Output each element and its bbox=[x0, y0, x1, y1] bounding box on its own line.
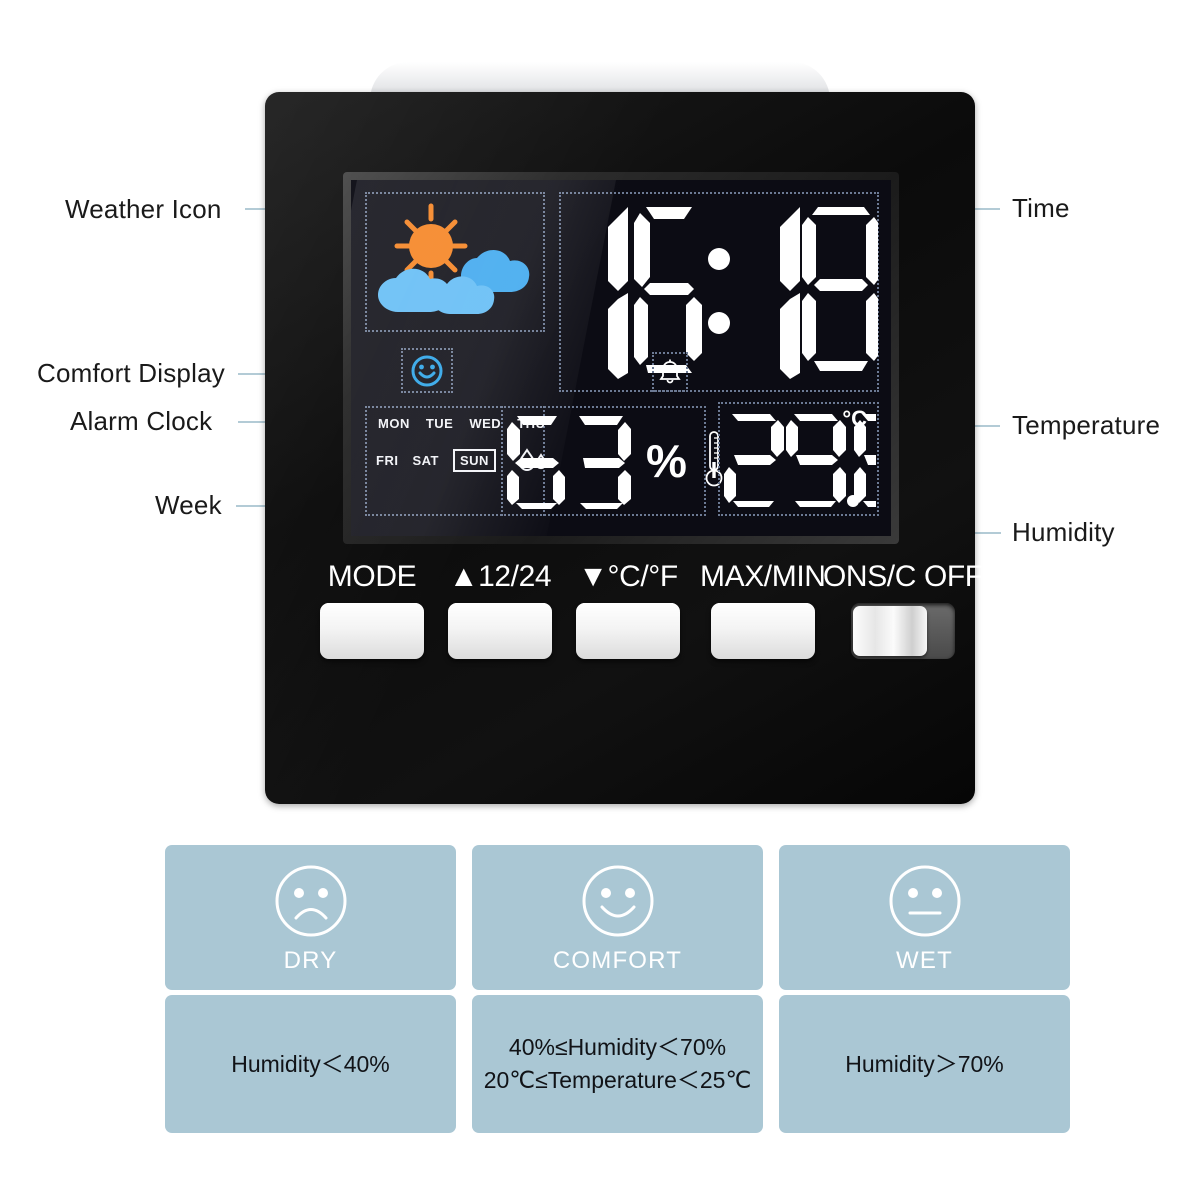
lcd-bezel: MON TUE WED THU FRI SAT SUN bbox=[343, 172, 899, 544]
callout-comfort-display: Comfort Display bbox=[37, 358, 225, 388]
week-day-tue: TUE bbox=[425, 416, 454, 431]
time-format-button[interactable]: ▲12/24 bbox=[448, 560, 552, 659]
on-off-switch-knob[interactable] bbox=[852, 606, 927, 656]
legend-comfort-description: 40%≤Humidity＜70% 20℃≤Temperature＜25℃ bbox=[483, 1034, 752, 1093]
mode-button-label: MODE bbox=[327, 560, 417, 593]
temperature-region: °C bbox=[718, 402, 879, 516]
week-day-wed: WED bbox=[469, 416, 502, 431]
legend-wet-body: Humidity＞70% bbox=[779, 995, 1070, 1133]
legend-dry-header: DRY bbox=[165, 845, 456, 990]
time-minutes bbox=[732, 201, 878, 383]
comfort-legend: DRY Humidity＜40% COMFORT 40%≤Humidity＜70… bbox=[165, 845, 1070, 1133]
callout-humidity: Humidity bbox=[1012, 517, 1115, 547]
time-separator bbox=[706, 201, 732, 383]
sun-with-clouds-icon bbox=[378, 203, 530, 314]
temp-unit-button-label: ▼°C/°F bbox=[578, 560, 678, 593]
smiley-face-icon bbox=[411, 355, 443, 386]
legend-card-wet: WET Humidity＞70% bbox=[779, 845, 1070, 1133]
weather-station-device: MON TUE WED THU FRI SAT SUN bbox=[265, 92, 983, 804]
button-row: MODE ▲12/24 ▼°C/°F MAX/MIN ONS/C OFF bbox=[320, 560, 983, 680]
legend-wet-description: Humidity＞70% bbox=[845, 1050, 1004, 1077]
temp-unit-button[interactable]: ▼°C/°F bbox=[576, 560, 680, 659]
time-format-button-key[interactable] bbox=[448, 603, 552, 659]
legend-comfort-body: 40%≤Humidity＜70% 20℃≤Temperature＜25℃ bbox=[472, 995, 763, 1133]
mode-button[interactable]: MODE bbox=[320, 560, 424, 659]
lcd-screen: MON TUE WED THU FRI SAT SUN bbox=[351, 180, 891, 536]
smiley-face-icon bbox=[579, 862, 657, 945]
temperature-unit: °C bbox=[842, 406, 867, 431]
max-min-button-key[interactable] bbox=[710, 603, 815, 659]
alarm-clock-region bbox=[652, 352, 688, 392]
on-off-switch[interactable]: ONS/C OFF bbox=[823, 560, 983, 659]
neutral-face-icon bbox=[886, 862, 964, 945]
legend-card-dry: DRY Humidity＜40% bbox=[165, 845, 456, 1133]
bell-icon bbox=[659, 359, 681, 384]
week-day-sun-selected: SUN bbox=[453, 448, 496, 472]
callout-time: Time bbox=[1012, 193, 1070, 223]
time-region bbox=[559, 192, 879, 392]
legend-comfort-header: COMFORT bbox=[472, 845, 763, 990]
legend-comfort-title: COMFORT bbox=[552, 947, 683, 974]
max-min-button[interactable]: MAX/MIN bbox=[700, 560, 826, 659]
weather-icon-region bbox=[365, 192, 545, 332]
callout-alarm-clock: Alarm Clock bbox=[70, 406, 213, 436]
legend-dry-description: Humidity＜40% bbox=[231, 1050, 390, 1077]
on-off-switch-track[interactable] bbox=[850, 603, 955, 659]
week-day-sat: SAT bbox=[412, 452, 439, 468]
max-min-button-label: MAX/MIN bbox=[700, 560, 826, 593]
on-off-switch-label: ONS/C OFF bbox=[823, 560, 983, 593]
screenshot-root: Weather Icon Comfort Display Alarm Clock… bbox=[0, 0, 1200, 1200]
callout-temperature: Temperature bbox=[1012, 410, 1161, 440]
humidity-percent-sign: % bbox=[646, 435, 687, 487]
comfort-display-region bbox=[401, 348, 453, 393]
week-day-fri: FRI bbox=[376, 452, 399, 468]
week-day-mon: MON bbox=[378, 416, 410, 431]
legend-wet-title: WET bbox=[896, 947, 953, 974]
legend-dry-body: Humidity＜40% bbox=[165, 995, 456, 1133]
legend-wet-header: WET bbox=[779, 845, 1070, 990]
legend-dry-title: DRY bbox=[283, 947, 338, 974]
mode-button-key[interactable] bbox=[320, 603, 424, 659]
humidity-value bbox=[507, 413, 639, 509]
temp-unit-button-key[interactable] bbox=[576, 603, 680, 659]
time-format-button-label: ▲12/24 bbox=[448, 560, 552, 593]
callout-weather-icon: Weather Icon bbox=[65, 194, 222, 224]
sad-face-icon bbox=[272, 862, 350, 945]
legend-card-comfort: COMFORT 40%≤Humidity＜70% 20℃≤Temperature… bbox=[472, 845, 763, 1133]
humidity-region: % bbox=[501, 406, 723, 516]
callout-week: Week bbox=[155, 490, 222, 520]
